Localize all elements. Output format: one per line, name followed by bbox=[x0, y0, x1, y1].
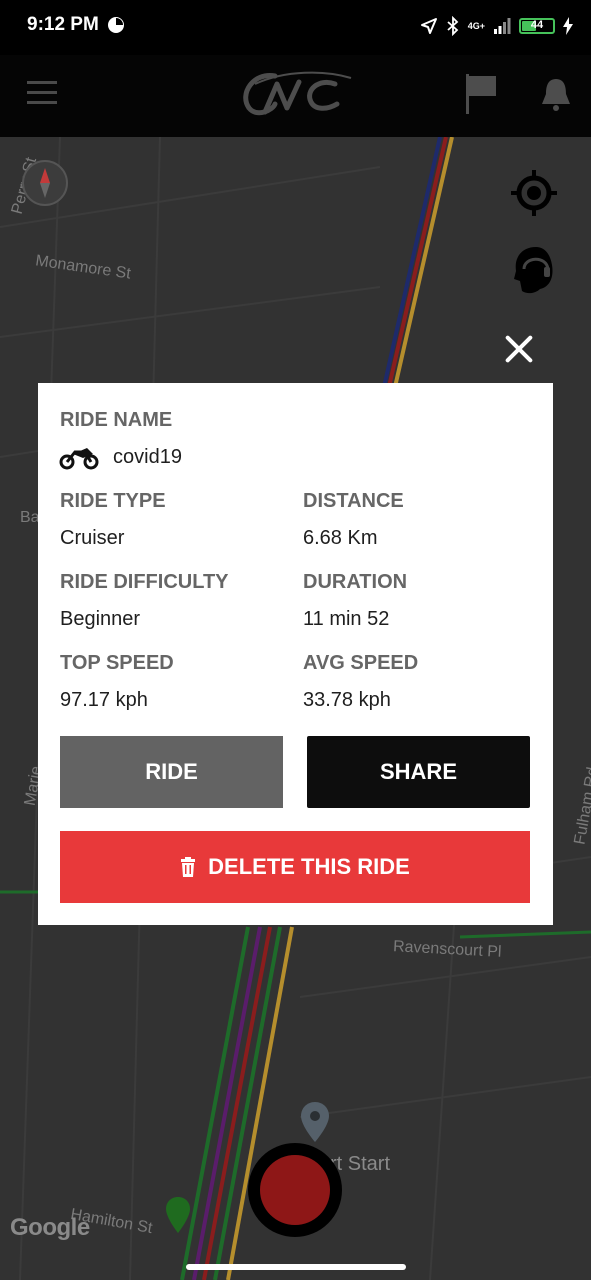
support-headset-icon[interactable] bbox=[510, 243, 558, 297]
home-indicator[interactable] bbox=[186, 1264, 406, 1270]
ride-name-value: covid19 bbox=[113, 446, 182, 468]
record-button[interactable] bbox=[248, 1143, 342, 1237]
flag-icon[interactable] bbox=[464, 72, 498, 116]
street-label: Ba bbox=[20, 509, 40, 526]
battery-level: 44 bbox=[530, 19, 544, 31]
avg-speed-value: 33.78 kph bbox=[303, 689, 391, 711]
ride-button-label: RIDE bbox=[145, 759, 198, 784]
ride-difficulty-value: Beginner bbox=[60, 608, 141, 630]
bluetooth-icon bbox=[447, 16, 459, 36]
motorcycle-icon bbox=[59, 448, 99, 470]
my-location-icon[interactable] bbox=[509, 168, 559, 218]
bell-icon[interactable] bbox=[538, 76, 574, 112]
google-logo: Google bbox=[10, 1214, 90, 1241]
top-speed-label: TOP SPEED bbox=[60, 652, 174, 674]
avg-speed-label: AVG SPEED bbox=[303, 652, 419, 674]
status-bar: 9:12 PM 4G+ 44 bbox=[0, 0, 591, 55]
ride-name-label: RIDE NAME bbox=[60, 409, 173, 431]
share-button-label: SHARE bbox=[379, 759, 457, 784]
compass-icon[interactable] bbox=[22, 160, 68, 206]
share-button[interactable]: SHARE bbox=[307, 736, 530, 808]
top-speed-value: 97.17 kph bbox=[60, 689, 148, 711]
cnc-logo bbox=[243, 71, 352, 116]
status-icons: 4G+ 44 bbox=[420, 14, 573, 38]
battery-icon: 44 bbox=[519, 18, 555, 34]
duration-label: DURATION bbox=[303, 571, 408, 593]
close-icon[interactable] bbox=[503, 333, 535, 365]
trash-icon bbox=[181, 857, 196, 877]
ride-button[interactable]: RIDE bbox=[60, 736, 283, 808]
ride-difficulty-label: RIDE DIFFICULTY bbox=[60, 571, 229, 593]
signal-icon bbox=[494, 18, 511, 34]
delete-ride-label: DELETE THIS RIDE bbox=[208, 854, 410, 879]
map-pin-icon bbox=[301, 1102, 329, 1142]
app-notification-icon bbox=[108, 17, 124, 33]
start-pin-icon bbox=[166, 1197, 190, 1233]
ride-type-label: RIDE TYPE bbox=[60, 490, 166, 512]
location-arrow-icon bbox=[420, 18, 437, 34]
hamburger-menu-icon[interactable] bbox=[27, 81, 57, 105]
ride-type-value: Cruiser bbox=[60, 527, 125, 549]
distance-label: DISTANCE bbox=[303, 490, 404, 512]
duration-value: 11 min 52 bbox=[303, 608, 390, 630]
delete-ride-button[interactable]: DELETE THIS RIDE bbox=[60, 831, 530, 903]
distance-value: 6.68 Km bbox=[303, 527, 378, 549]
status-time: 9:12 PM bbox=[27, 14, 99, 35]
network-type: 4G+ bbox=[467, 20, 485, 31]
charging-icon bbox=[563, 17, 573, 35]
